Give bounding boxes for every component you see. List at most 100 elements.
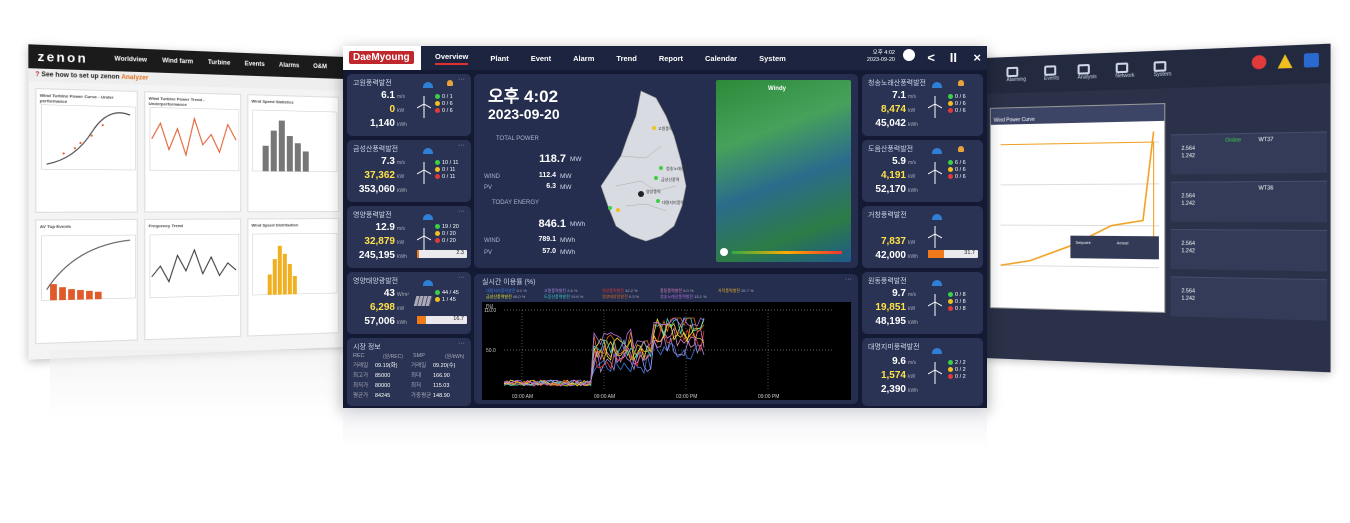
svg-text:대명지미풍력: 대명지미풍력 bbox=[662, 199, 684, 205]
korea-map[interactable]: 고원풍력 청송노래산풍력 금성산풍력 영양풍력 대명지미풍력 태양광 bbox=[586, 86, 711, 256]
wind-turbine-icon bbox=[928, 162, 942, 184]
wind-turbine-icon bbox=[928, 294, 942, 316]
right-screen: Alarming Events Analysis Network System … bbox=[985, 44, 1331, 373]
market-table: 거래일 09.19(화) 거래일 09.20(수) 최고가 85000 최대 166.90 … bbox=[353, 361, 456, 401]
right-nav-network[interactable]: Network bbox=[1115, 62, 1134, 79]
tab-system[interactable]: System bbox=[759, 54, 786, 63]
status-counts: 44 / 45 1 / 45 bbox=[435, 290, 459, 304]
wind-turbine-icon bbox=[417, 162, 431, 184]
utilization-bar: 31.7 bbox=[928, 250, 978, 258]
trend-legend-item[interactable]: 가덕풍력발전 26.7 % bbox=[718, 288, 754, 294]
plant-card-doeumsan[interactable]: 도음산풍력발전 5.9 m/s 4,191 kW 52,170 kWh 6 / 6 0… bbox=[862, 140, 983, 202]
turbine-row-4[interactable]: 2.564 1.242 bbox=[1171, 276, 1327, 320]
timeline-bar[interactable] bbox=[732, 251, 842, 254]
trend-legend-item[interactable]: 청송노래산풍력발전 15.1 % bbox=[660, 294, 707, 300]
tools-icon bbox=[1115, 62, 1128, 73]
right-nav-events[interactable]: Events bbox=[1044, 65, 1059, 82]
plant-card-wondong[interactable]: 원동풍력발전 9.7 m/s 19,851 kW 48,195 kWh 0 / 8 0… bbox=[862, 272, 983, 334]
right-nav-alarming[interactable]: Alarming bbox=[1006, 66, 1025, 83]
pause-button[interactable]: II bbox=[950, 50, 957, 65]
right-nav-analysis[interactable]: Analysis bbox=[1078, 64, 1097, 81]
histogram-thumb bbox=[252, 110, 337, 172]
play-icon[interactable] bbox=[720, 248, 728, 256]
question-icon: ? bbox=[35, 72, 39, 79]
plant-card-geochang[interactable]: 거창풍력발전 7,837 kW 42,000 kWh 31.7 bbox=[862, 206, 983, 268]
wind-turbine-icon bbox=[417, 228, 431, 250]
plant-card-goweon[interactable]: 고원풍력발전 ··· 6.1 m/s 0 kW 1,140 kWh 0 / 1 0 /… bbox=[347, 74, 471, 136]
plant-card-yeongyang-solar[interactable]: 영양태양광발전 ··· 43 W/m² 6,298 kW 57,006 kWh 44 … bbox=[347, 272, 471, 334]
more-icon[interactable]: ··· bbox=[458, 142, 465, 149]
status-counts: 6 / 6 0 / 6 0 / 6 bbox=[948, 160, 966, 181]
left-nav-worldview[interactable]: Worldview bbox=[114, 56, 147, 64]
tab-calendar[interactable]: Calendar bbox=[705, 54, 737, 63]
left-nav-windfarm[interactable]: Wind farm bbox=[162, 58, 193, 65]
turbine-row-3[interactable]: 2.564 1.242 bbox=[1171, 229, 1327, 271]
trend-legend-item[interactable]: 도음산풍력발전 19.6 % bbox=[544, 294, 583, 300]
umbrella-icon bbox=[423, 148, 433, 154]
more-icon[interactable]: ··· bbox=[845, 276, 852, 283]
wind-turbine-icon bbox=[417, 96, 431, 118]
umbrella-icon bbox=[423, 214, 433, 220]
trend-legend-item[interactable]: 영양태양광발전 9.3 % bbox=[602, 294, 639, 300]
chart-icon bbox=[1078, 64, 1090, 75]
left-nav-om[interactable]: O&M bbox=[313, 64, 327, 71]
umbrella-icon bbox=[932, 280, 942, 286]
more-icon[interactable]: ··· bbox=[458, 340, 465, 347]
svg-text:금성산풍력: 금성산풍력 bbox=[661, 176, 680, 182]
main-header: DaeMyoung Overview Plant Event Alarm Tre… bbox=[343, 46, 987, 70]
x-tick: 03:00 AM bbox=[512, 394, 533, 400]
more-icon[interactable]: ··· bbox=[458, 208, 465, 215]
turbine-row-1[interactable]: 2.564 1.242 Online WT37 bbox=[1171, 131, 1327, 174]
tab-overview[interactable]: Overview bbox=[435, 52, 468, 65]
bell-icon bbox=[1006, 67, 1018, 78]
more-icon[interactable]: ··· bbox=[458, 274, 465, 281]
map-marker-goweon bbox=[652, 126, 656, 130]
plant-card-yeongyang-wind[interactable]: 영양풍력발전 ··· 12.9 m/s 32,879 kW 245,195 kWh 1… bbox=[347, 206, 471, 268]
daemyoung-logo: DaeMyoung bbox=[349, 51, 414, 64]
market-info-card[interactable]: 시장 정보 ··· REC (원/REC) SMP (원/kWh) 거래일 09.… bbox=[347, 338, 471, 406]
plant-card-cheongsong[interactable]: 청송노래산풍력발전 7.1 m/s 8,474 kW 45,042 kWh 0 / 6… bbox=[862, 74, 983, 136]
more-icon[interactable]: ··· bbox=[458, 76, 465, 83]
utilization-trend-panel: 실시간 이용률 (%) ··· 대명지미풍력발전 0.1 % 고원풍력발전 2.6… bbox=[474, 274, 858, 404]
svg-text:태양광: 태양광 bbox=[596, 211, 607, 217]
weather-map[interactable]: Windy bbox=[716, 80, 851, 262]
info-icon[interactable] bbox=[1304, 53, 1319, 68]
left-panel-power-trend: Wind Turbine Power Trend - Underperforma… bbox=[144, 91, 241, 212]
power-curve-popup: Wind Power Curve Setpoint Actual bbox=[990, 103, 1165, 313]
wind-turbine-icon bbox=[928, 362, 942, 384]
svg-text:고원풍력: 고원풍력 bbox=[658, 125, 673, 131]
main-reflection bbox=[343, 408, 987, 448]
right-status-icons bbox=[1252, 53, 1319, 70]
utilization-trend-chart[interactable]: [%]110.050.003:00 AM 09:00 AM 03:00 PM 09:0… bbox=[482, 302, 851, 400]
tab-alarm[interactable]: Alarm bbox=[573, 54, 594, 63]
plant-card-geumseongsan[interactable]: 금성산풍력발전 ··· 7.3 m/s 37,362 kW 353,060 kWh 1… bbox=[347, 140, 471, 202]
umbrella-icon bbox=[932, 148, 942, 154]
tab-report[interactable]: Report bbox=[659, 54, 683, 63]
plant-card-daemyung-jimi[interactable]: 대명지미풍력발전 9.6 m/s 1,574 kW 2,390 kWh 2 / 2 0… bbox=[862, 338, 983, 406]
warning-icon[interactable] bbox=[1278, 54, 1293, 69]
left-nav-alarms[interactable]: Alarms bbox=[279, 62, 299, 69]
trend-legend-item[interactable]: 금성산풍력발전 46.0 % bbox=[486, 294, 525, 300]
zenon-logo: zenon bbox=[38, 49, 88, 66]
analyzer-link[interactable]: Analyzer bbox=[121, 75, 148, 82]
x-tick: 09:00 AM bbox=[594, 394, 615, 400]
right-nav-system[interactable]: System bbox=[1154, 61, 1172, 78]
back-button[interactable]: < bbox=[927, 50, 935, 65]
left-nav-events[interactable]: Events bbox=[245, 61, 265, 68]
tab-event[interactable]: Event bbox=[531, 54, 551, 63]
user-icon[interactable] bbox=[903, 49, 915, 61]
map-marker-solar bbox=[608, 206, 612, 210]
error-icon[interactable] bbox=[1252, 55, 1267, 70]
x-tick: 03:00 PM bbox=[676, 394, 697, 400]
legend-actual: Actual bbox=[1117, 240, 1129, 245]
tab-trend[interactable]: Trend bbox=[616, 54, 636, 63]
left-panels: Wind Turbine Power Curve - Under perform… bbox=[28, 81, 345, 351]
map-marker-yeongyang bbox=[616, 208, 620, 212]
turbine-row-2[interactable]: 2.564 1.242 WT36 bbox=[1171, 181, 1327, 223]
left-nav-turbine[interactable]: Turbine bbox=[208, 60, 230, 67]
tab-plant[interactable]: Plant bbox=[490, 54, 508, 63]
right-topbar: Alarming Events Analysis Network System bbox=[985, 44, 1331, 94]
close-button[interactable]: × bbox=[973, 50, 981, 65]
map-marker-daemyung bbox=[656, 199, 660, 203]
map-marker-current bbox=[638, 191, 644, 197]
